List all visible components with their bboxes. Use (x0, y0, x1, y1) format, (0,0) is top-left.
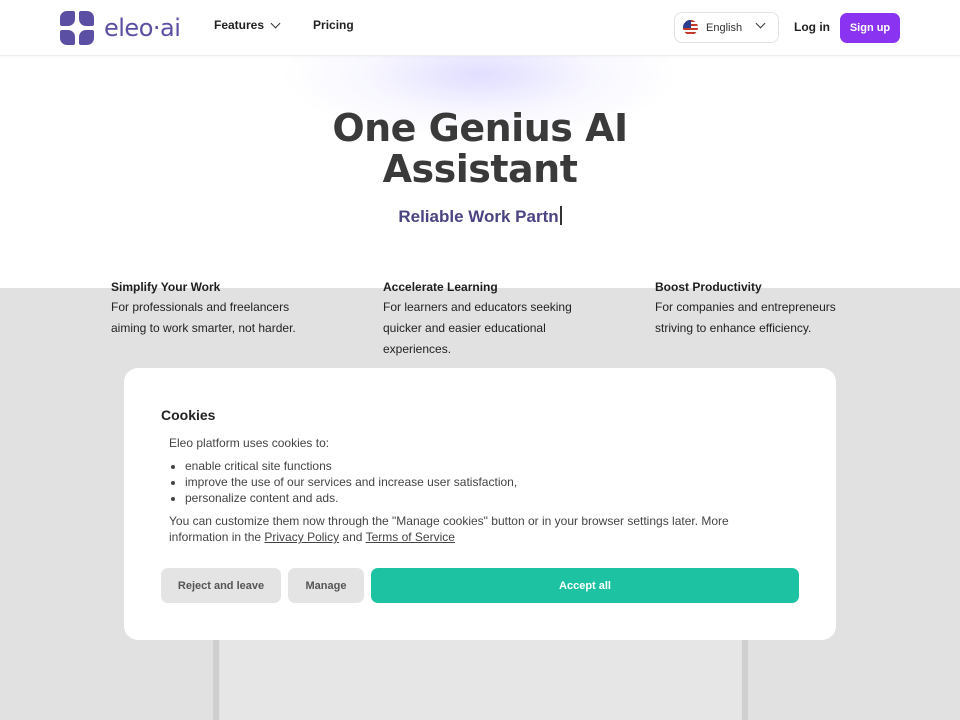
top-navbar: eleo·ai Features Pricing English Log in … (0, 0, 960, 56)
hero-subtitle: Reliable Work Partn (0, 206, 960, 227)
nav-pricing-label: Pricing (313, 18, 354, 32)
feature-title: Simplify Your Work (111, 280, 221, 294)
feature-desc: experiences. (383, 342, 452, 356)
cookie-purpose-list: enable critical site functions improve t… (185, 458, 517, 506)
cookie-dialog-title: Cookies (161, 407, 216, 423)
nav-pricing[interactable]: Pricing (313, 18, 354, 32)
feature-desc: For professionals and freelancers (111, 300, 290, 314)
feature-desc: striving to enhance efficiency. (655, 321, 812, 335)
nav-features[interactable]: Features (214, 18, 281, 32)
chevron-down-icon (270, 18, 281, 28)
reject-and-leave-button[interactable]: Reject and leave (161, 568, 281, 603)
signup-button[interactable]: Sign up (840, 13, 900, 43)
and-text: and (339, 530, 366, 544)
manage-cookies-button[interactable]: Manage (288, 568, 364, 603)
list-item: enable critical site functions (185, 458, 517, 474)
list-item: improve the use of our services and incr… (185, 474, 517, 490)
cookie-intro: Eleo platform uses cookies to: (169, 436, 330, 450)
hero-title-line1: One Genius AI (332, 106, 628, 150)
logo[interactable]: eleo·ai (60, 11, 181, 45)
feature-desc: quicker and easier educational (383, 321, 546, 335)
main-nav: Features Pricing (214, 18, 354, 32)
terms-of-service-link[interactable]: Terms of Service (366, 530, 455, 544)
logo-mark-icon (60, 11, 94, 45)
cookie-policy-text: You can customize them now through the "… (169, 513, 789, 545)
list-item: personalize content and ads. (185, 490, 517, 506)
hero-title-line2: Assistant (382, 147, 578, 191)
feature-productivity: Boost Productivity For companies and ent… (655, 279, 885, 339)
logo-text: eleo·ai (104, 14, 181, 42)
cookie-dialog: Cookies Eleo platform uses cookies to: e… (124, 368, 836, 640)
feature-learning: Accelerate Learning For learners and edu… (383, 279, 613, 360)
privacy-policy-link[interactable]: Privacy Policy (264, 530, 339, 544)
language-selector[interactable]: English (674, 12, 779, 43)
feature-desc: For companies and entrepreneurs (655, 300, 836, 314)
feature-desc: aiming to work smarter, not harder. (111, 321, 296, 335)
feature-desc: For learners and educators seeking (383, 300, 572, 314)
accept-all-button[interactable]: Accept all (371, 568, 799, 603)
preview-frame-inner (220, 640, 741, 720)
chevron-down-icon (755, 18, 766, 29)
hero-subtitle-text: Reliable Work Partn (398, 207, 559, 226)
login-link[interactable]: Log in (794, 20, 830, 34)
feature-title: Accelerate Learning (383, 280, 498, 294)
nav-features-label: Features (214, 18, 265, 32)
language-label: English (706, 21, 743, 34)
feature-title: Boost Productivity (655, 280, 762, 294)
text-cursor (559, 206, 562, 225)
hero-title: One Genius AI Assistant (0, 108, 960, 190)
feature-simplify: Simplify Your Work For professionals and… (111, 279, 341, 339)
us-flag-icon (683, 20, 698, 35)
